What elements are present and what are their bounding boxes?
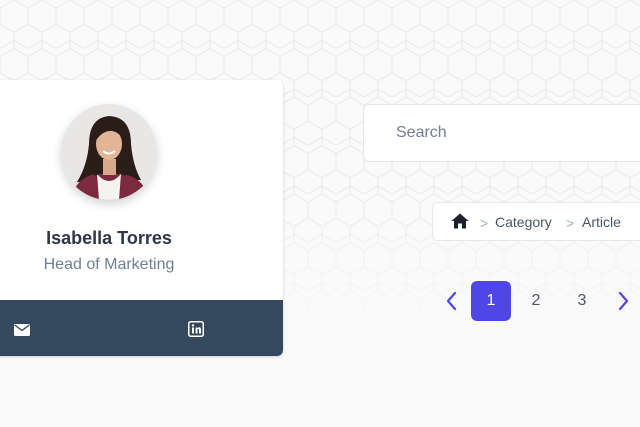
avatar: [61, 104, 157, 200]
home-icon[interactable]: [451, 213, 469, 234]
breadcrumb: > Category > Article: [432, 202, 640, 241]
profile-name: Isabella Torres: [46, 228, 172, 248]
search-box: [363, 104, 640, 162]
breadcrumb-item-article[interactable]: Article: [582, 214, 621, 230]
search-input[interactable]: [364, 105, 640, 161]
card-footer: [0, 300, 283, 356]
breadcrumb-separator: >: [480, 215, 489, 231]
page-button-3[interactable]: 3: [562, 281, 602, 321]
envelope-icon[interactable]: [14, 323, 30, 339]
page-button-1[interactable]: 1: [471, 281, 511, 321]
profile-role: Head of Marketing: [43, 256, 175, 273]
profile-card: Isabella Torres Head of Marketing: [0, 80, 283, 356]
chevron-right-icon[interactable]: [617, 290, 631, 312]
linkedin-icon[interactable]: [188, 321, 204, 337]
breadcrumb-item-category[interactable]: Category: [495, 214, 552, 230]
breadcrumb-separator: >: [566, 215, 575, 231]
page-button-2[interactable]: 2: [516, 281, 556, 321]
chevron-left-icon[interactable]: [444, 290, 458, 312]
